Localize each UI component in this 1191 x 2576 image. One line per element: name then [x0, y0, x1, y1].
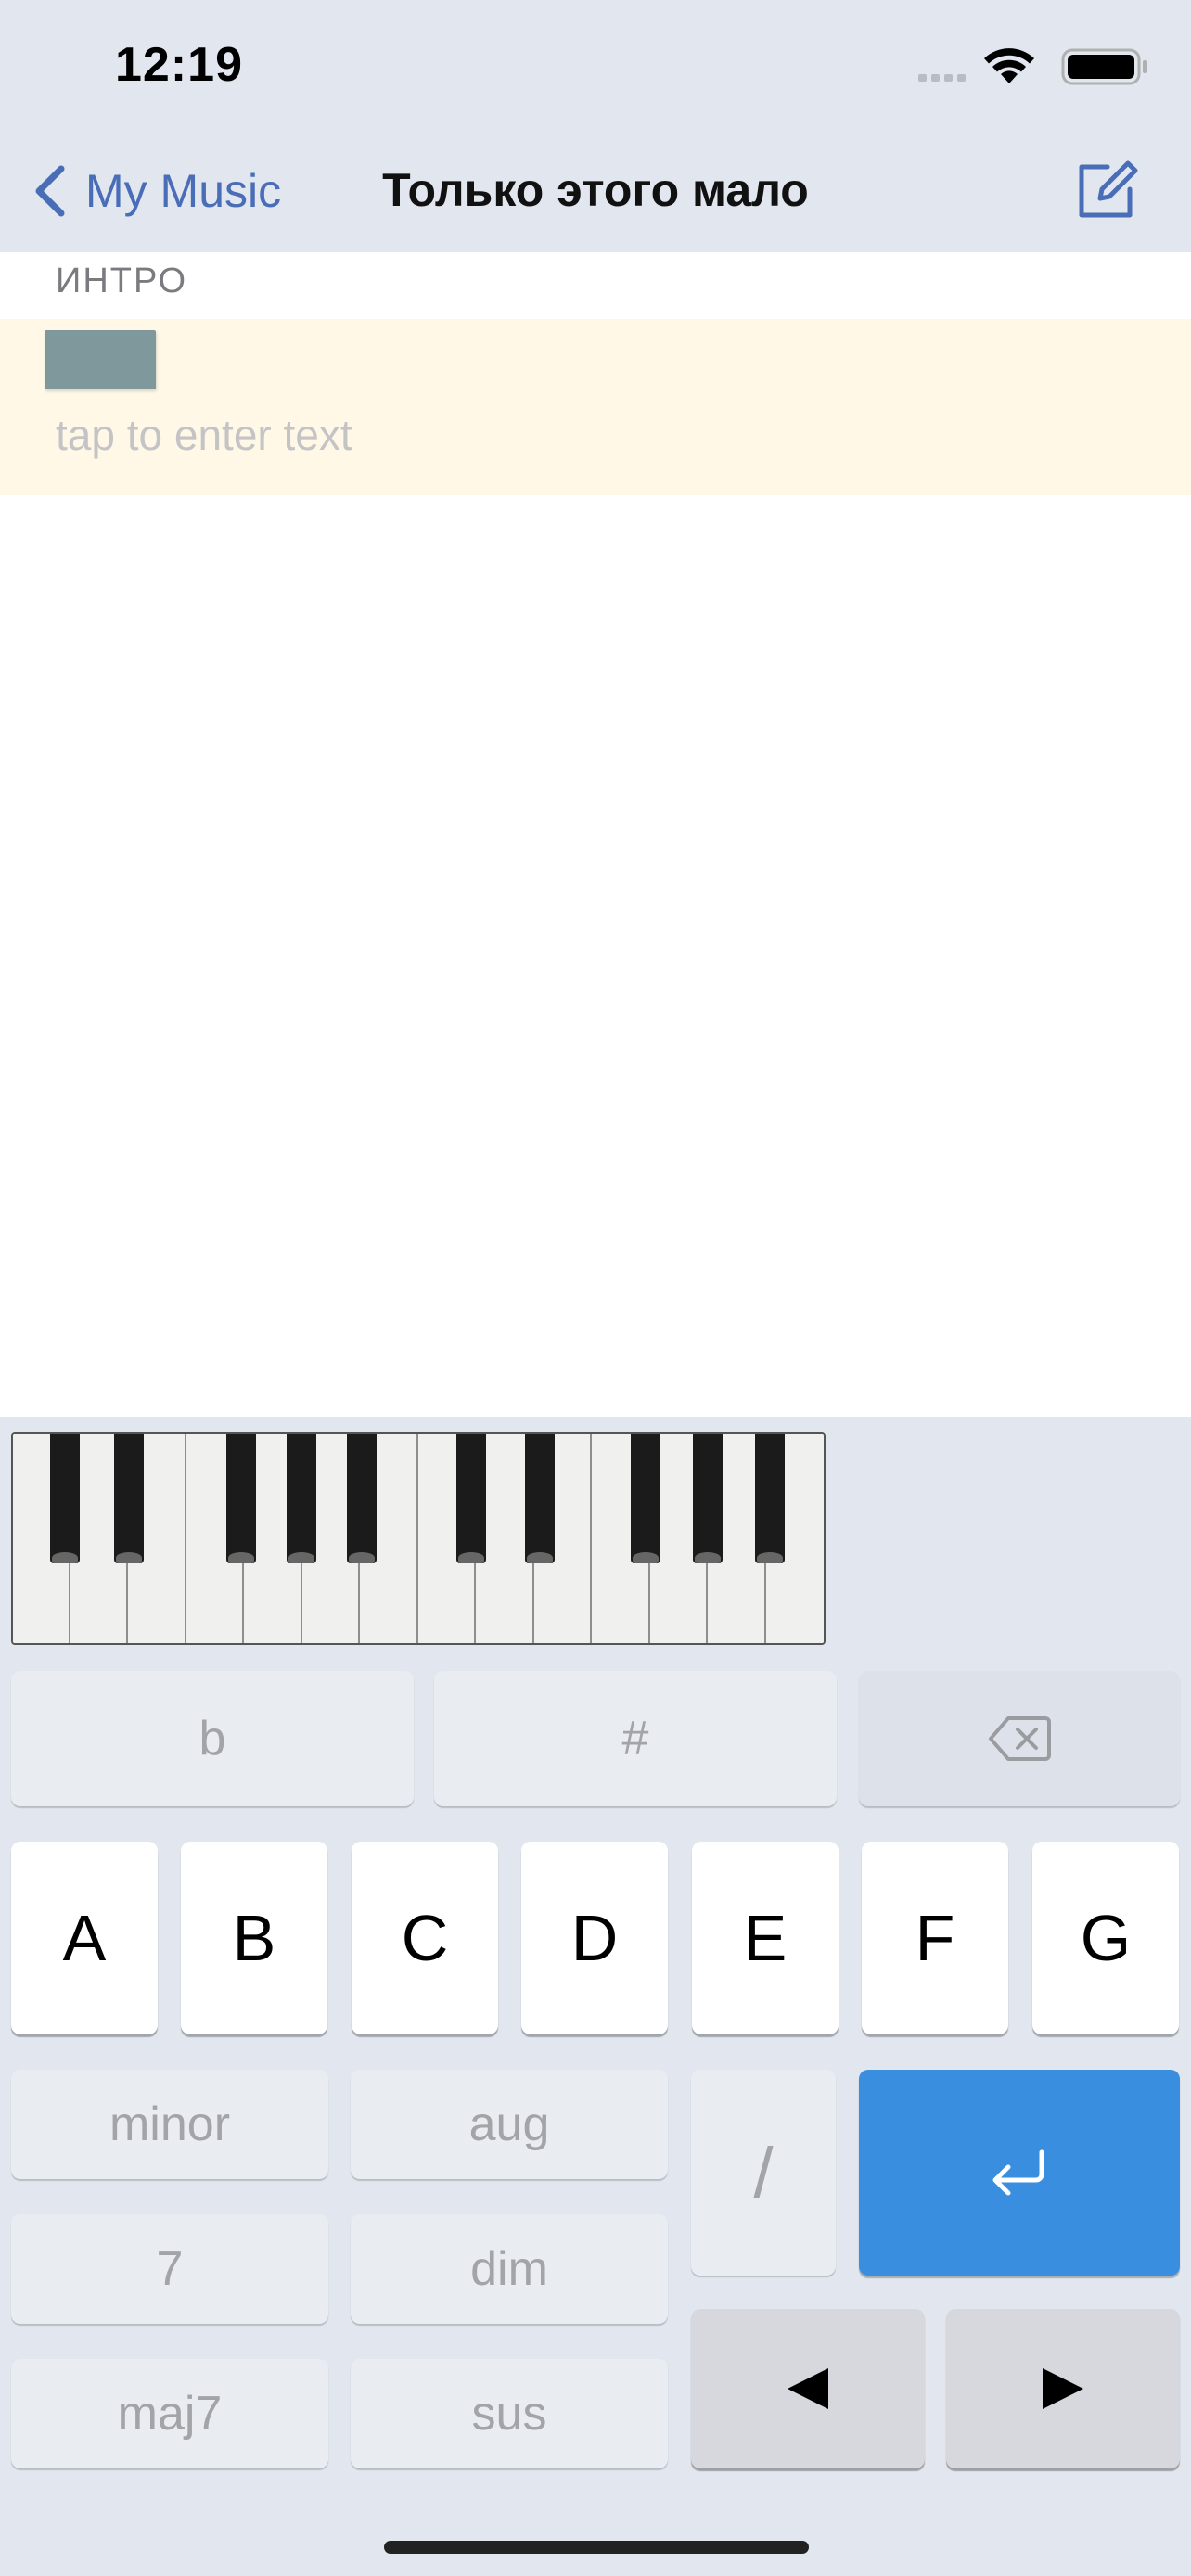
dim-key[interactable]: dim	[351, 2214, 668, 2324]
maj7-key[interactable]: maj7	[11, 2359, 328, 2468]
seventh-key[interactable]: 7	[11, 2214, 328, 2324]
signal-icon	[918, 74, 966, 82]
note-key-e[interactable]: E	[692, 1842, 839, 2034]
compose-icon	[1079, 160, 1138, 218]
piano-black-key[interactable]	[287, 1434, 316, 1563]
note-key-a[interactable]: A	[11, 1842, 158, 2034]
slash-key[interactable]: /	[691, 2070, 836, 2276]
sus-key[interactable]: sus	[351, 2359, 668, 2468]
lyric-input[interactable]: tap to enter text	[56, 410, 352, 460]
note-key-b[interactable]: B	[181, 1842, 327, 2034]
piano-black-key[interactable]	[347, 1434, 377, 1563]
piano-black-key[interactable]	[50, 1434, 80, 1563]
cursor-left-key[interactable]	[691, 2309, 925, 2468]
triangle-left-icon	[788, 2368, 828, 2409]
wifi-icon	[984, 48, 1034, 83]
note-key-f[interactable]: F	[862, 1842, 1008, 2034]
piano-black-key[interactable]	[456, 1434, 486, 1563]
edit-button[interactable]	[1072, 158, 1139, 224]
battery-icon	[1061, 48, 1147, 85]
minor-key[interactable]: minor	[11, 2070, 328, 2179]
piano-black-key[interactable]	[693, 1434, 723, 1563]
song-line[interactable]	[0, 319, 1191, 495]
piano-black-key[interactable]	[114, 1434, 144, 1563]
delete-key[interactable]	[859, 1671, 1180, 1806]
piano-black-key[interactable]	[631, 1434, 660, 1563]
page-title: Только этого мало	[382, 164, 809, 216]
cursor-right-key[interactable]	[946, 2309, 1180, 2468]
home-indicator[interactable]	[384, 2541, 809, 2554]
piano-black-key[interactable]	[755, 1434, 785, 1563]
note-key-g[interactable]: G	[1032, 1842, 1179, 2034]
sharp-key[interactable]: #	[434, 1671, 837, 1806]
note-key-d[interactable]: D	[521, 1842, 668, 2034]
aug-key[interactable]: aug	[351, 2070, 668, 2179]
piano-black-key[interactable]	[226, 1434, 256, 1563]
flat-key[interactable]: b	[11, 1671, 414, 1806]
piano-keyboard[interactable]	[11, 1432, 826, 1645]
status-icons	[918, 43, 1159, 87]
chord-slot[interactable]	[45, 330, 156, 389]
delete-left-icon	[989, 1716, 1051, 1761]
triangle-right-icon	[1043, 2368, 1083, 2409]
section-label: ИНТРО	[56, 261, 188, 300]
status-time: 12:19	[115, 38, 243, 92]
piano-black-key[interactable]	[525, 1434, 555, 1563]
note-key-c[interactable]: C	[352, 1842, 498, 2034]
return-key[interactable]	[859, 2070, 1180, 2276]
return-icon	[992, 2149, 1044, 2196]
